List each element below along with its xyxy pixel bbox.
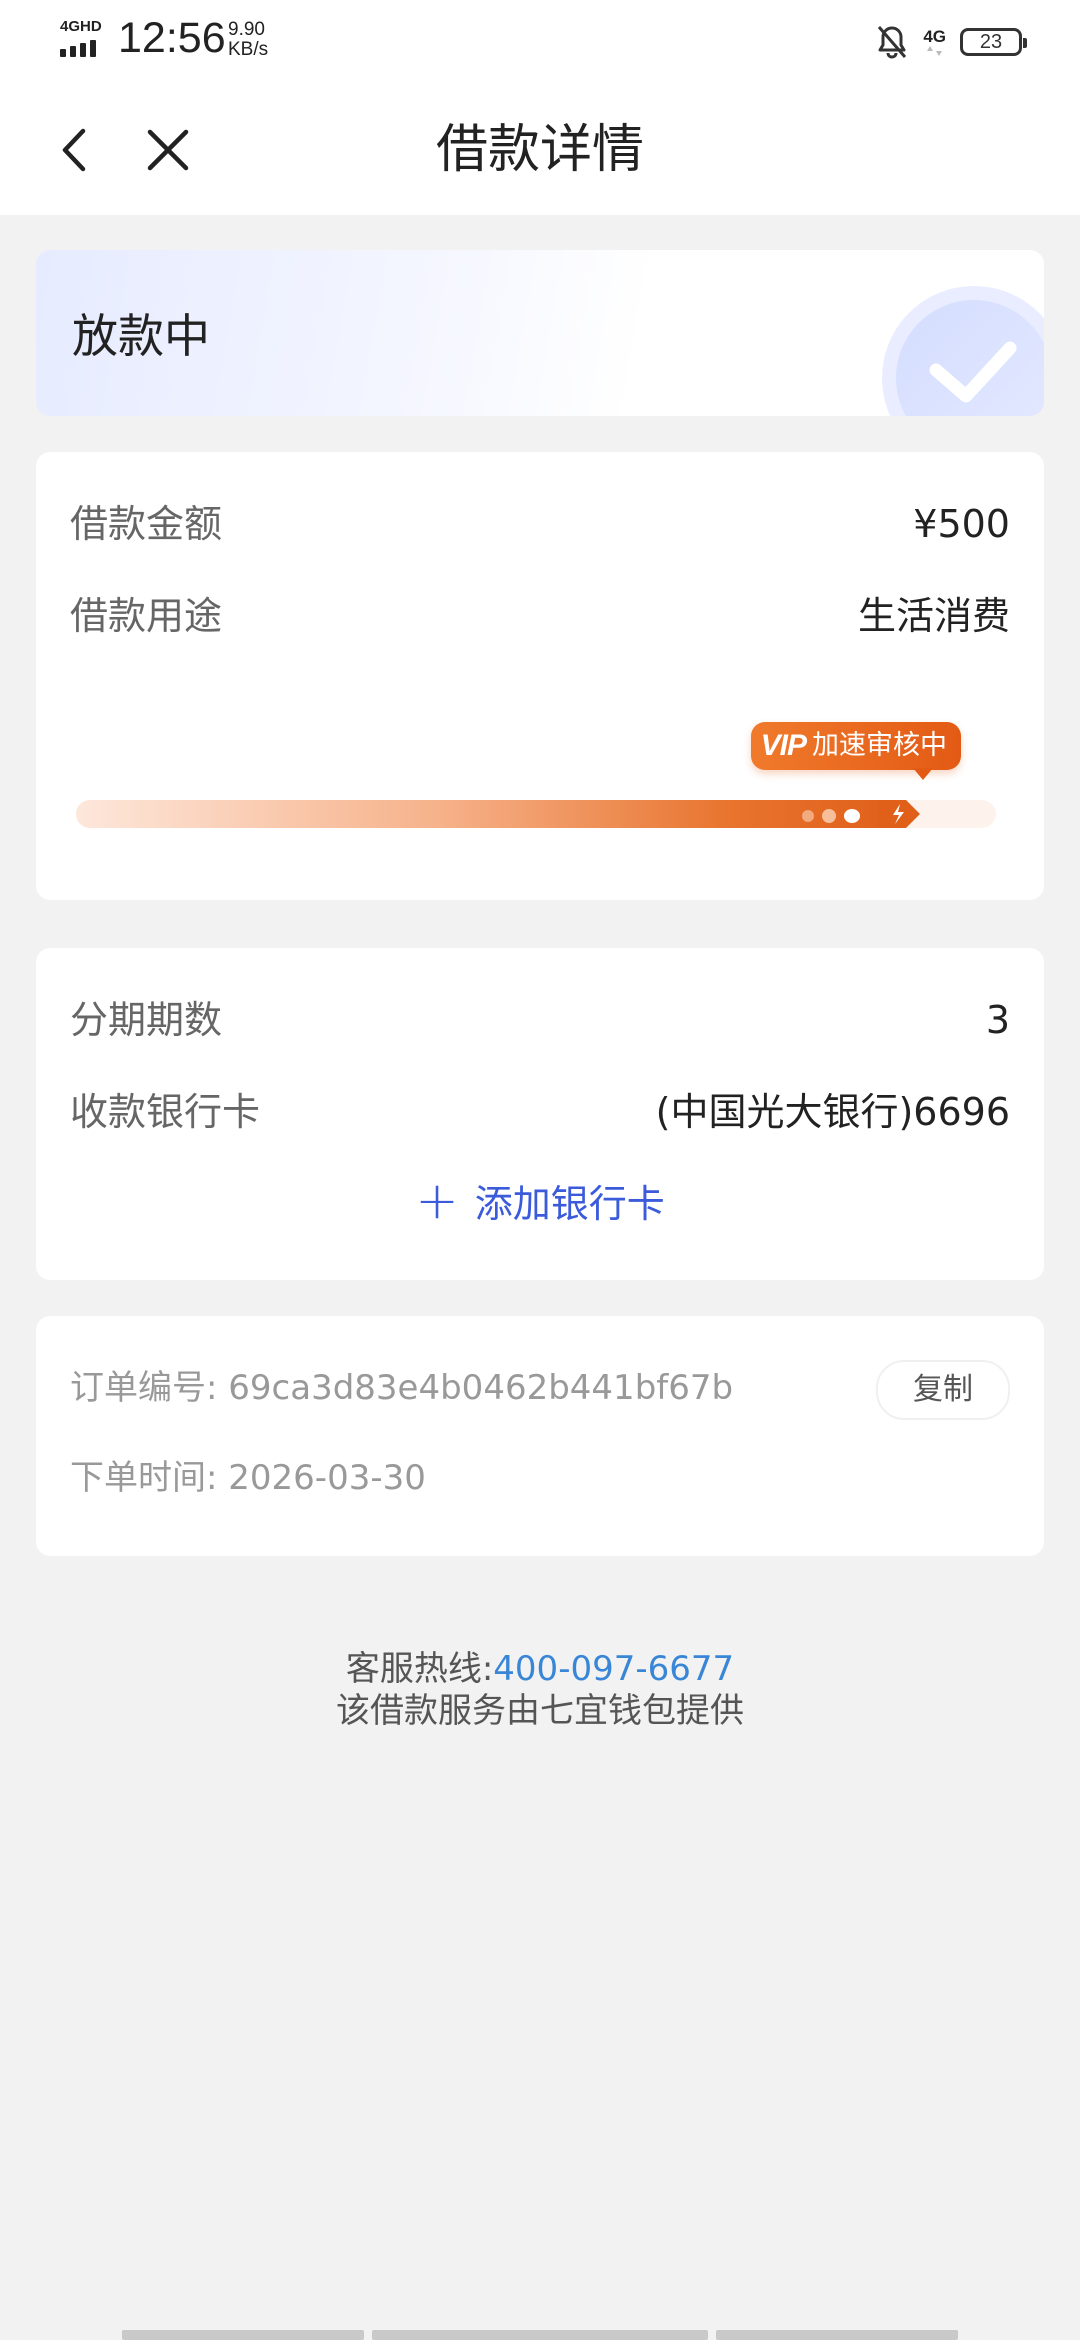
loan-purpose-value: 生活消费 <box>857 594 1010 638</box>
vip-mark: VIP <box>760 729 807 762</box>
review-progress: VIP 加速审核中 <box>76 722 1006 852</box>
loan-purpose-label: 借款用途 <box>70 594 223 638</box>
copy-button[interactable]: 复制 <box>876 1360 1010 1420</box>
loan-amount-row: 借款金额 ¥500 <box>70 494 1010 554</box>
hotline-line: 客服热线:400-097-6677 <box>0 1648 1080 1690</box>
installments-row: 分期期数 3 <box>70 990 1010 1050</box>
home-indicator <box>0 2330 1080 2340</box>
footer: 客服热线:400-097-6677 该借款服务由七宜钱包提供 <box>0 1648 1080 1732</box>
bank-card-row: 收款银行卡 (中国光大银行)6696 <box>70 1082 1010 1142</box>
loan-amount-label: 借款金额 <box>70 502 223 546</box>
order-time-value: 2026-03-30 <box>228 1458 426 1498</box>
rocket-head-icon <box>878 800 920 828</box>
add-bank-card-button[interactable]: + 添加银行卡 <box>36 1173 1044 1228</box>
order-info-card: 订单编号: 69ca3d83e4b0462b441bf67b 复制 下单时间: … <box>36 1316 1044 1556</box>
nav-bar: 借款详情 <box>0 85 1080 215</box>
plus-icon: + <box>415 1170 459 1231</box>
repayment-info-card: 分期期数 3 收款银行卡 (中国光大银行)6696 + 添加银行卡 <box>36 948 1044 1280</box>
vip-status-text: 加速审核中 <box>812 730 947 761</box>
order-number-value: 69ca3d83e4b0462b441bf67b <box>228 1368 734 1408</box>
battery-level: 23 <box>979 30 1003 53</box>
network-4g-icon: 4G <box>923 28 946 56</box>
hotline-number-link[interactable]: 400-097-6677 <box>493 1649 734 1689</box>
service-provider-text: 该借款服务由七宜钱包提供 <box>336 1691 744 1731</box>
order-number-row: 订单编号: 69ca3d83e4b0462b441bf67b <box>70 1364 733 1412</box>
network-speed: 9.90 KB/s <box>228 20 268 60</box>
installments-label: 分期期数 <box>70 998 223 1042</box>
loan-status-text: 放款中 <box>72 309 210 363</box>
order-number-label: 订单编号: <box>70 1368 218 1408</box>
progress-dots <box>802 809 860 823</box>
page-title: 借款详情 <box>435 120 644 180</box>
order-time-row: 下单时间: 2026-03-30 <box>70 1454 426 1502</box>
bank-card-value[interactable]: (中国光大银行)6696 <box>656 1082 1010 1142</box>
installments-value: 3 <box>985 998 1010 1042</box>
order-time-label: 下单时间: <box>70 1458 218 1498</box>
progress-track <box>76 800 996 828</box>
progress-fill <box>76 800 892 828</box>
battery-icon: 23 <box>960 28 1027 56</box>
network-type-left: 4GHD <box>60 18 102 35</box>
bank-card-label: 收款银行卡 <box>70 1090 261 1134</box>
add-bank-card-label: 添加银行卡 <box>474 1182 665 1226</box>
status-icons: 4G 23 <box>875 22 1027 62</box>
check-circle-icon <box>882 286 1044 416</box>
data-arrows-icon <box>926 46 942 56</box>
loan-info-card: 借款金额 ¥500 借款用途 生活消费 VIP 加速审核中 <box>36 452 1044 900</box>
network-speed-unit: KB/s <box>228 39 269 60</box>
loan-amount-value: ¥500 <box>913 502 1010 546</box>
status-bar: 4GHD 12:56 9.90 KB/s 4G 23 <box>0 0 1080 85</box>
network-speed-value: 9.90 <box>228 19 265 40</box>
signal-icon: 4GHD <box>58 18 108 60</box>
hotline-label: 客服热线: <box>345 1649 494 1689</box>
clock: 12:56 <box>118 14 226 62</box>
bell-muted-icon <box>878 26 907 59</box>
vip-badge: VIP 加速审核中 <box>750 722 961 780</box>
loan-purpose-row: 借款用途 生活消费 <box>70 586 1010 646</box>
loan-status-card: 放款中 <box>36 250 1044 416</box>
